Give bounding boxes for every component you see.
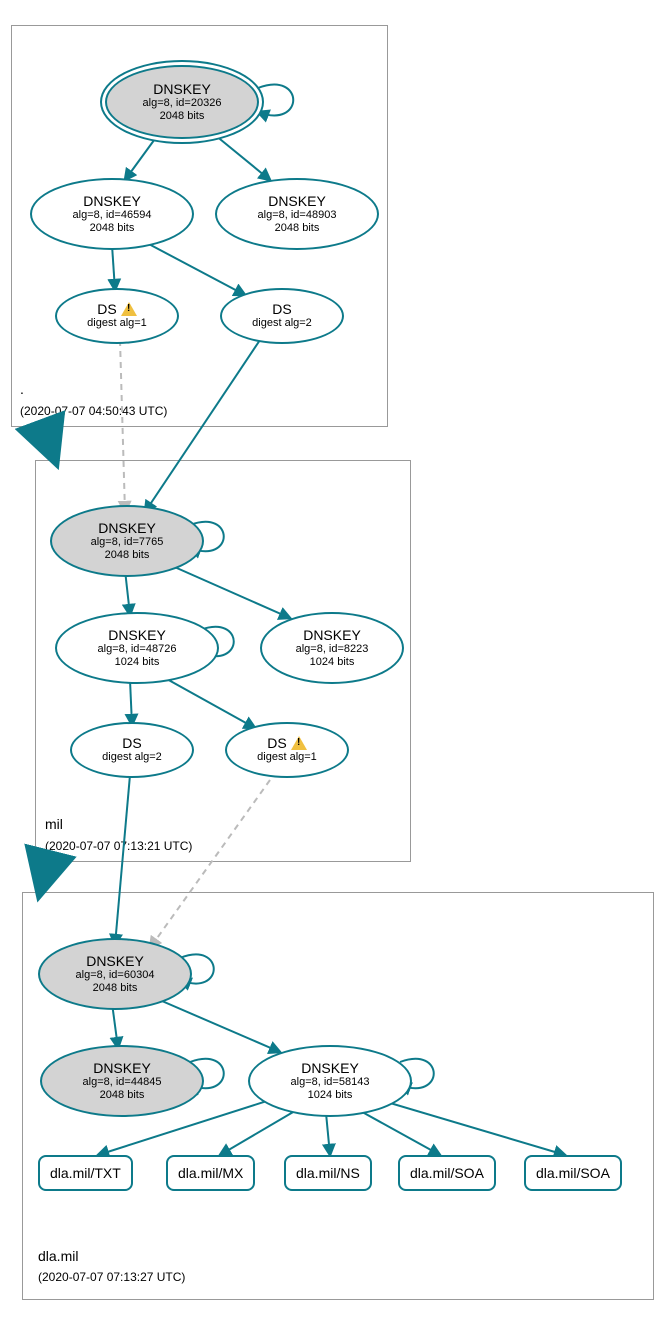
node-sub1: digest alg=1 xyxy=(87,317,147,330)
record-soa-1: dla.mil/SOA xyxy=(398,1155,496,1191)
zone-time-dla: (2020-07-07 07:13:27 UTC) xyxy=(38,1270,185,1284)
node-title: DNSKEY xyxy=(86,953,144,969)
node-title: DS xyxy=(267,735,306,751)
node-title: DS xyxy=(122,735,141,751)
node-title: DS xyxy=(97,301,136,317)
node-sub1: alg=8, id=60304 xyxy=(76,969,155,982)
node-title: DNSKEY xyxy=(153,81,211,97)
dnskey-mil-48726: DNSKEY alg=8, id=48726 1024 bits xyxy=(55,612,219,684)
node-sub2: 2048 bits xyxy=(160,110,205,123)
zone-label-dla: dla.mil xyxy=(38,1248,78,1264)
dnskey-root-ksk: DNSKEY alg=8, id=20326 2048 bits xyxy=(105,65,259,139)
node-title: DNSKEY xyxy=(93,1060,151,1076)
node-sub1: alg=8, id=48903 xyxy=(258,209,337,222)
node-sub1: alg=8, id=8223 xyxy=(296,643,369,656)
zone-time-mil: (2020-07-07 07:13:21 UTC) xyxy=(45,839,192,853)
ds-mil-alg1: DS digest alg=1 xyxy=(225,722,349,778)
node-sub1: digest alg=2 xyxy=(102,751,162,764)
node-sub1: alg=8, id=20326 xyxy=(143,97,222,110)
warning-icon xyxy=(121,302,137,316)
node-sub2: 2048 bits xyxy=(275,222,320,235)
node-title: DNSKEY xyxy=(108,627,166,643)
node-sub2: 2048 bits xyxy=(93,982,138,995)
node-sub1: alg=8, id=58143 xyxy=(291,1076,370,1089)
ds-root-alg1: DS digest alg=1 xyxy=(55,288,179,344)
dnskey-dla-ksk: DNSKEY alg=8, id=60304 2048 bits xyxy=(38,938,192,1010)
node-sub2: 1024 bits xyxy=(308,1089,353,1102)
node-sub2: 2048 bits xyxy=(90,222,135,235)
zone-label-root: . xyxy=(20,381,24,397)
record-soa-2: dla.mil/SOA xyxy=(524,1155,622,1191)
node-sub1: alg=8, id=7765 xyxy=(91,536,164,549)
node-sub2: 1024 bits xyxy=(115,656,160,669)
node-sub1: digest alg=1 xyxy=(257,751,317,764)
zone-time-root: (2020-07-07 04:50:43 UTC) xyxy=(20,404,167,418)
node-title: DNSKEY xyxy=(301,1060,359,1076)
dnskey-dla-58143: DNSKEY alg=8, id=58143 1024 bits xyxy=(248,1045,412,1117)
record-ns: dla.mil/NS xyxy=(284,1155,372,1191)
record-mx: dla.mil/MX xyxy=(166,1155,255,1191)
node-title: DNSKEY xyxy=(303,627,361,643)
ds-root-alg2: DS digest alg=2 xyxy=(220,288,344,344)
dnskey-mil-ksk: DNSKEY alg=8, id=7765 2048 bits xyxy=(50,505,204,577)
node-sub1: digest alg=2 xyxy=(252,317,312,330)
node-sub1: alg=8, id=48726 xyxy=(98,643,177,656)
dnskey-dla-44845: DNSKEY alg=8, id=44845 2048 bits xyxy=(40,1045,204,1117)
node-title: DNSKEY xyxy=(98,520,156,536)
node-title: DNSKEY xyxy=(268,193,326,209)
node-sub2: 2048 bits xyxy=(100,1089,145,1102)
node-title: DS xyxy=(272,301,291,317)
record-txt: dla.mil/TXT xyxy=(38,1155,133,1191)
node-sub2: 1024 bits xyxy=(310,656,355,669)
node-sub2: 2048 bits xyxy=(105,549,150,562)
zone-label-mil: mil xyxy=(45,816,63,832)
warning-icon xyxy=(291,736,307,750)
node-sub1: alg=8, id=44845 xyxy=(83,1076,162,1089)
dnskey-root-48903: DNSKEY alg=8, id=48903 2048 bits xyxy=(215,178,379,250)
node-title: DNSKEY xyxy=(83,193,141,209)
ds-mil-alg2: DS digest alg=2 xyxy=(70,722,194,778)
node-sub1: alg=8, id=46594 xyxy=(73,209,152,222)
dnskey-root-46594: DNSKEY alg=8, id=46594 2048 bits xyxy=(30,178,194,250)
dnskey-mil-8223: DNSKEY alg=8, id=8223 1024 bits xyxy=(260,612,404,684)
